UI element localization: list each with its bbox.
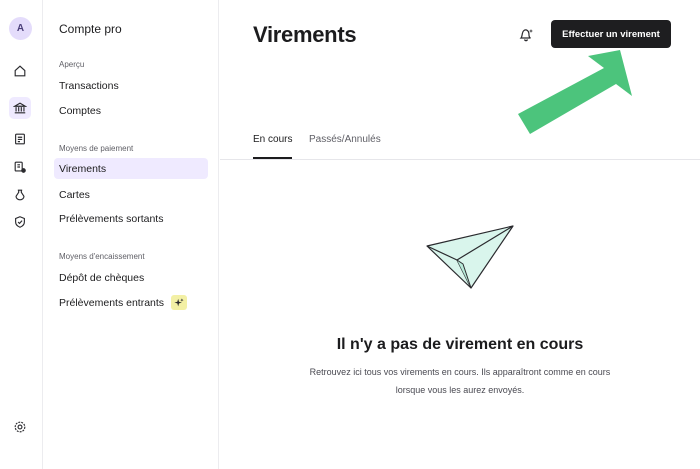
- bank-icon[interactable]: [9, 97, 31, 119]
- settings-icon[interactable]: [9, 416, 31, 438]
- sidebar-item-label: Prélèvements entrants: [59, 296, 165, 309]
- sidebar-item-label: Comptes: [59, 104, 102, 117]
- sparkle-icon: [171, 295, 188, 310]
- sidebar-item-label: Cartes: [59, 188, 90, 201]
- notification-bell-icon[interactable]: [517, 26, 535, 44]
- main-panel: Virements Effectuer un virement En cours…: [220, 0, 700, 469]
- sidebar-item-comptes[interactable]: Comptes: [54, 100, 208, 121]
- sidebar-title: Compte pro: [59, 22, 122, 36]
- sidebar: Compte pro Aperçu Transactions Comptes M…: [44, 0, 219, 469]
- section-label-apercu: Aperçu: [59, 60, 85, 69]
- tab-bar: En cours Passés/Annulés: [220, 128, 700, 160]
- section-label-paiement: Moyens de paiement: [59, 144, 134, 153]
- tab-en-cours[interactable]: En cours: [253, 134, 293, 159]
- page-title: Virements: [253, 22, 357, 47]
- pot-icon[interactable]: [9, 184, 31, 206]
- shield-icon[interactable]: [9, 211, 31, 233]
- sidebar-item-prelevements-entrants[interactable]: Prélèvements entrants: [54, 292, 208, 313]
- empty-state-title: Il n'y a pas de virement en cours: [336, 336, 584, 353]
- section-label-encaissement: Moyens d'encaissement: [59, 252, 145, 261]
- sidebar-item-label: Transactions: [59, 79, 119, 92]
- home-icon[interactable]: [9, 60, 31, 82]
- sidebar-item-cartes[interactable]: Cartes: [54, 184, 208, 205]
- green-arrow-annotation: [518, 50, 632, 134]
- empty-state-line-1: Retrouvez ici tous vos virements en cour…: [309, 367, 611, 377]
- empty-state-description: Retrouvez ici tous vos virements en cour…: [220, 363, 700, 399]
- paper-plane-icon: [426, 225, 514, 289]
- sidebar-item-prelevements-sortants[interactable]: Prélèvements sortants: [54, 208, 208, 229]
- sidebar-item-label: Virements: [59, 162, 107, 175]
- sidebar-item-label: Prélèvements sortants: [59, 212, 164, 225]
- avatar[interactable]: A: [9, 17, 32, 40]
- sidebar-item-virements[interactable]: Virements: [54, 158, 208, 179]
- sidebar-item-label: Dépôt de chèques: [59, 271, 145, 284]
- tab-passes-annules[interactable]: Passés/Annulés: [309, 134, 381, 157]
- invoice-icon[interactable]: [9, 128, 31, 150]
- sidebar-item-transactions[interactable]: Transactions: [54, 75, 208, 96]
- sidebar-item-depot-cheques[interactable]: Dépôt de chèques: [54, 267, 208, 288]
- icon-rail: A: [0, 0, 43, 469]
- documents-icon[interactable]: [9, 156, 31, 178]
- empty-state-line-2: lorsque vous les aurez envoyés.: [395, 385, 525, 395]
